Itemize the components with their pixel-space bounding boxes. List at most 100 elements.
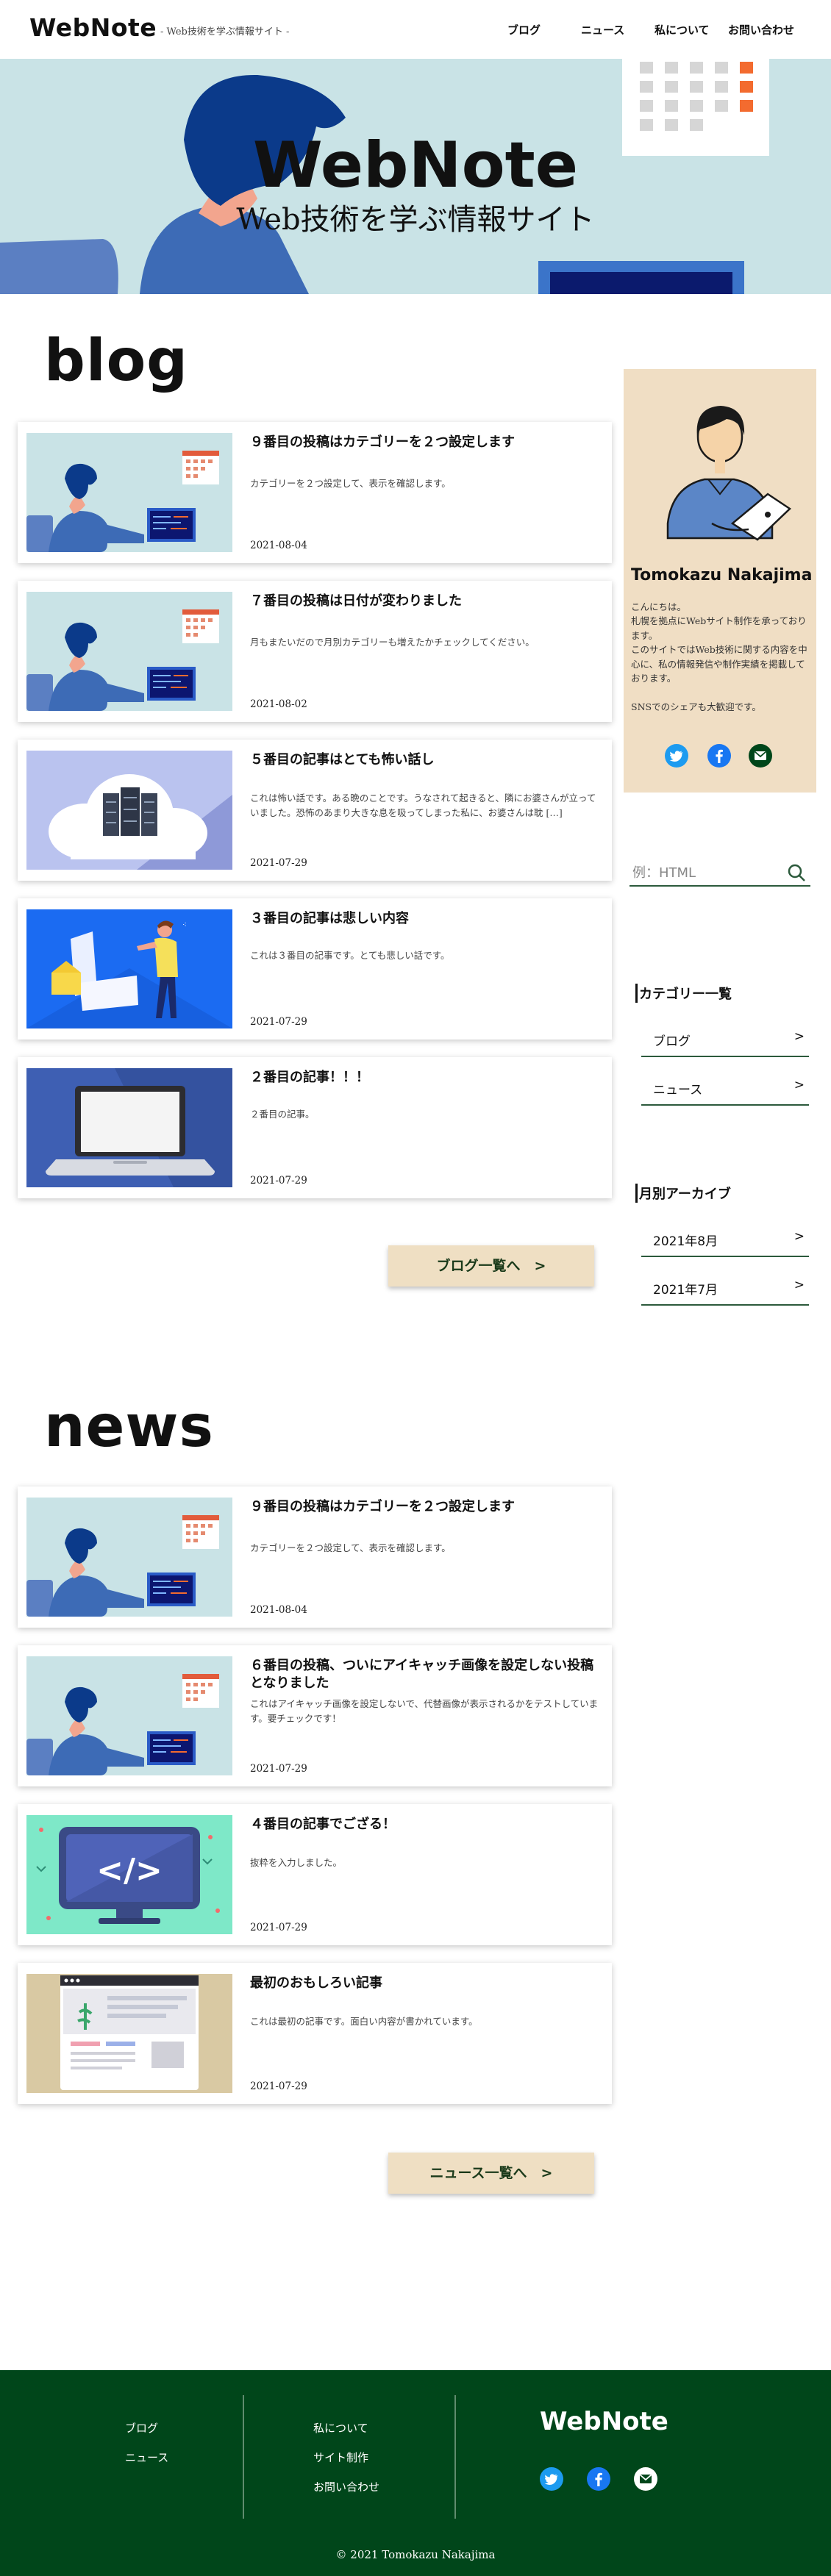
post-thumbnail <box>26 1498 232 1617</box>
nav-blog[interactable]: ブログ <box>507 22 541 37</box>
nav-about[interactable]: 私について <box>655 22 710 37</box>
code-monitor-illustration: </> <box>26 1815 232 1934</box>
blog-card[interactable]: ２番目の記事！！！ ２番目の記事。 2021-07-29 <box>18 1057 612 1198</box>
post-thumbnail: ⁖ <box>26 909 232 1028</box>
category-item-blog[interactable]: ブログ > <box>641 1015 809 1057</box>
copyright: © 2021 Tomokazu Nakajima <box>335 2548 496 2561</box>
post-date: 2021-07-29 <box>250 1763 307 1775</box>
news-card[interactable]: 最初のおもしろい記事 これは最初の記事です。面白い内容が書かれています。 202… <box>18 1963 612 2104</box>
blog-card[interactable]: ５番目の記事はとても怖い話し これは怖い話です。ある晩のことです。うなされて起き… <box>18 740 612 881</box>
mail-icon[interactable] <box>749 744 772 768</box>
footer-link-news[interactable]: ニュース <box>125 2450 168 2465</box>
post-title[interactable]: ９番目の投稿はカテゴリーを２つ設定します <box>250 1498 596 1516</box>
blog-card[interactable]: ７番目の投稿は日付が変わりました 月もまたいだので月別カテゴリーも増えたかチェッ… <box>18 581 612 722</box>
post-title[interactable]: ７番目の投稿は日付が変わりました <box>250 593 596 610</box>
post-thumbnail <box>26 592 232 711</box>
post-date: 2021-08-04 <box>250 540 307 551</box>
post-date: 2021-08-04 <box>250 1604 307 1616</box>
svg-text:⁖: ⁖ <box>182 921 187 929</box>
blog-card[interactable]: ９番目の投稿はカテゴリーを２つ設定します カテゴリーを２つ設定して、表示を確認し… <box>18 422 612 563</box>
search-input[interactable] <box>632 862 780 884</box>
footer-divider <box>454 2395 456 2519</box>
chevron-right-icon: > <box>793 1029 805 1044</box>
post-thumbnail <box>26 751 232 870</box>
svg-text:</>: </> <box>96 1852 163 1889</box>
site-footer: ブログ ニュース 私について サイト制作 お問い合わせ WebNote © 20… <box>0 2370 831 2576</box>
footer-link-blog[interactable]: ブログ <box>125 2420 158 2436</box>
chevron-right-icon: > <box>793 1278 805 1292</box>
news-card[interactable]: ６番目の投稿、ついにアイキャッチ画像を設定しない投稿となりました これはアイキャ… <box>18 1645 612 1786</box>
site-header: WebNote - Web技術を学ぶ情報サイト - ブログ ニュース 私について… <box>0 0 831 59</box>
post-thumbnail: </> <box>26 1815 232 1934</box>
post-date: 2021-07-29 <box>250 857 307 869</box>
post-title[interactable]: ３番目の記事は悲しい内容 <box>250 910 596 928</box>
profile-name: Tomokazu Nakajima <box>631 566 813 584</box>
webpage-illustration <box>26 1974 232 2093</box>
post-title[interactable]: ９番目の投稿はカテゴリーを２つ設定します <box>250 434 596 451</box>
facebook-icon[interactable] <box>587 2467 610 2491</box>
blog-section-title: blog <box>44 328 188 394</box>
news-card[interactable]: ９番目の投稿はカテゴリーを２つ設定します カテゴリーを２つ設定して、表示を確認し… <box>18 1486 612 1628</box>
archive-label: 2021年8月 <box>653 1234 718 1249</box>
hero-banner: WebNote Web技術を学ぶ情報サイト <box>0 59 831 294</box>
post-date: 2021-07-29 <box>250 1175 307 1187</box>
profile-avatar <box>666 406 791 541</box>
post-title[interactable]: ２番目の記事！！！ <box>250 1069 596 1087</box>
post-excerpt: 月もまたいだので月別カテゴリーも増えたかチェックしてください。 <box>250 637 535 648</box>
footer-logo[interactable]: WebNote <box>540 2407 668 2436</box>
footer-divider <box>243 2395 244 2519</box>
twitter-icon[interactable] <box>665 744 688 768</box>
footer-link-about[interactable]: 私について <box>313 2420 368 2436</box>
post-excerpt: これは３番目の記事です。とても悲しい話です。 <box>250 950 450 961</box>
twitter-icon[interactable] <box>540 2467 563 2491</box>
profile-description: こんにちは。 札幌を拠点にWebサイト制作を承っております。 このサイトではWe… <box>631 601 807 712</box>
laptop-illustration <box>26 1068 232 1187</box>
post-excerpt: カテゴリーを２つ設定して、表示を確認します。 <box>250 1542 451 1553</box>
mail-icon[interactable] <box>634 2467 657 2491</box>
post-thumbnail <box>26 1068 232 1187</box>
search-box <box>630 860 810 887</box>
post-excerpt: これはアイキャッチ画像を設定しないで、代替画像が表示されるかをテストしています。… <box>250 1698 599 1724</box>
post-title[interactable]: ６番目の投稿、ついにアイキャッチ画像を設定しない投稿となりました <box>250 1657 596 1693</box>
blog-list-button[interactable]: ブログ一覧へ > <box>388 1245 594 1287</box>
archive-item-2021-07[interactable]: 2021年7月 > <box>641 1263 809 1306</box>
category-label: ニュース <box>653 1083 703 1098</box>
search-icon[interactable] <box>787 863 806 882</box>
archive-heading: 月別アーカイブ <box>635 1184 731 1203</box>
blog-card[interactable]: ⁖ ３番目の記事は悲しい内容 これは３番目の記事です。とても悲しい話です。 20… <box>18 898 612 1040</box>
site-tagline: - Web技術を学ぶ情報サイト - <box>160 26 290 37</box>
post-date: 2021-08-02 <box>250 698 307 710</box>
archive-label: 2021年7月 <box>653 1283 718 1298</box>
developer-illustration <box>26 1498 232 1617</box>
nav-contact[interactable]: お問い合わせ <box>728 22 794 37</box>
post-excerpt: これは最初の記事です。面白い内容が書かれています。 <box>250 2016 478 2027</box>
profile-card: Tomokazu Nakajima こんにちは。 札幌を拠点にWebサイト制作を… <box>624 369 816 793</box>
nav-news[interactable]: ニュース <box>581 22 624 37</box>
person-documents-illustration: ⁖ <box>26 909 232 1028</box>
footer-link-contact[interactable]: お問い合わせ <box>313 2479 379 2494</box>
news-section-title: news <box>44 1394 214 1460</box>
post-thumbnail <box>26 1656 232 1775</box>
post-excerpt: ２番目の記事。 <box>250 1109 315 1120</box>
post-date: 2021-07-29 <box>250 1016 307 1028</box>
post-title[interactable]: ５番目の記事はとても怖い話し <box>250 751 596 769</box>
post-excerpt: これは怖い話です。ある晩のことです。うなされて起きると、隣にお婆さんが立っていま… <box>250 793 596 818</box>
cloud-services-illustration <box>26 751 232 870</box>
news-card[interactable]: </> ４番目の記事でござる！ 抜粋を入力しました。 2021-07-29 <box>18 1804 612 1945</box>
footer-link-web-production[interactable]: サイト制作 <box>313 2450 368 2465</box>
archive-item-2021-08[interactable]: 2021年8月 > <box>641 1214 809 1257</box>
chevron-right-icon: > <box>793 1078 805 1092</box>
hero-subtitle: Web技術を学ぶ情報サイト <box>236 203 595 237</box>
post-date: 2021-07-29 <box>250 2081 307 2092</box>
post-title[interactable]: ４番目の記事でござる！ <box>250 1816 596 1833</box>
developer-illustration <box>26 1656 232 1775</box>
category-item-news[interactable]: ニュース > <box>641 1063 809 1106</box>
developer-illustration <box>26 433 232 552</box>
news-list-button[interactable]: ニュース一覧へ > <box>388 2153 594 2194</box>
post-title[interactable]: 最初のおもしろい記事 <box>250 1975 596 1992</box>
facebook-icon[interactable] <box>707 744 731 768</box>
site-logo[interactable]: WebNote <box>29 13 157 42</box>
post-thumbnail <box>26 1974 232 2093</box>
chevron-right-icon: > <box>793 1229 805 1244</box>
categories-heading: カテゴリー一覧 <box>635 984 732 1003</box>
